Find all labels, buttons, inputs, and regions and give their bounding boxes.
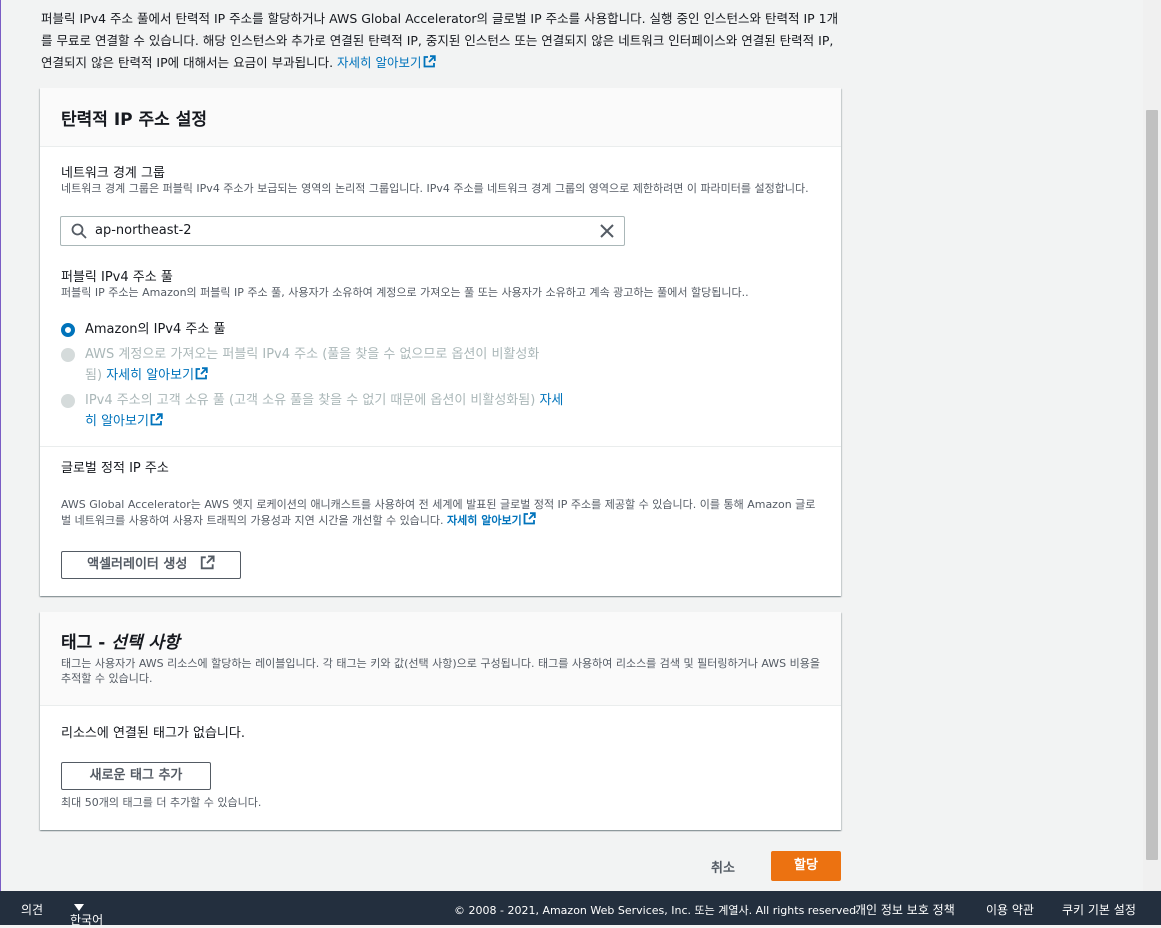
external-link-icon <box>423 55 436 68</box>
customer-owned-learn-more-link[interactable]: 히 알아보기 <box>85 413 163 429</box>
tags-description: 태그는 사용자가 AWS 리소스에 할당하는 레이블입니다. 각 태그는 키와 … <box>61 657 821 685</box>
network-border-group-label: 네트워크 경계 그룹 <box>61 166 165 181</box>
ipv4-pool-label: 퍼블릭 IPv4 주소 풀 <box>61 270 173 285</box>
network-border-group-description: 네트워크 경계 그룹은 퍼블릭 IPv4 주소가 보급되는 영역의 논리적 그룹… <box>61 182 809 195</box>
radio-amazon-pool-label: Amazon의 IPv4 주소 풀 <box>85 322 226 337</box>
window-border <box>0 0 1 891</box>
scrollbar-thumb[interactable] <box>1146 110 1158 860</box>
radio-customer-owned-line2: 히 알아보기 <box>85 411 163 433</box>
terms-link[interactable]: 이용 약관 <box>986 901 1034 918</box>
settings-panel-title: 탄력적 IP 주소 설정 <box>61 110 208 130</box>
tags-panel-header: 태그 - 선택 사항 태그는 사용자가 AWS 리소스에 할당하는 레이블입니다… <box>40 612 841 706</box>
intro-description: 퍼블릭 IPv4 주소 풀에서 탄력적 IP 주소를 할당하거나 AWS Glo… <box>41 8 841 74</box>
tags-panel-title: 태그 - 선택 사항 <box>61 633 180 653</box>
page-content: 퍼블릭 IPv4 주소 풀에서 탄력적 IP 주소를 할당하거나 AWS Glo… <box>0 0 1143 891</box>
external-link-icon <box>523 512 536 525</box>
footer: 의견 한국어 © 2008 - 2021, Amazon Web Service… <box>0 891 1161 927</box>
tags-optional-label: 선택 사항 <box>111 633 180 653</box>
settings-panel-header: 탄력적 IP 주소 설정 <box>40 88 841 147</box>
byoip-learn-more-link[interactable]: 자세히 알아보기 <box>106 367 208 383</box>
external-link-icon <box>195 367 208 380</box>
customer-owned-learn-more-link-part1[interactable]: 자세 <box>539 393 563 408</box>
external-link-icon <box>150 413 163 426</box>
add-tag-button[interactable]: 새로운 태그 추가 <box>61 762 211 790</box>
tags-limit-text: 최대 50개의 태그를 더 추가할 수 있습니다. <box>61 796 262 809</box>
global-accelerator-learn-more-link[interactable]: 자세히 알아보기 <box>447 512 536 527</box>
intro-text: 퍼블릭 IPv4 주소 풀에서 탄력적 IP 주소를 할당하거나 AWS Glo… <box>41 11 839 70</box>
cookie-preferences-link[interactable]: 쿠키 기본 설정 <box>1062 901 1136 918</box>
global-static-ip-description: AWS Global Accelerator는 AWS 엣지 로케이션의 애니캐… <box>61 498 816 527</box>
section-divider <box>40 446 841 447</box>
clear-icon[interactable] <box>599 223 615 239</box>
search-icon <box>71 223 87 239</box>
radio-button-selected[interactable] <box>61 323 75 337</box>
language-selector[interactable]: 한국어 <box>70 901 103 927</box>
radio-button-disabled <box>61 394 75 408</box>
radio-byoip-pool-line2: 됨) 자세히 알아보기 <box>85 365 208 387</box>
radio-customer-owned-line1: IPv4 주소의 고객 소유 풀 (고객 소유 풀을 찾을 수 없기 때문에 옵… <box>85 393 564 408</box>
elastic-ip-settings-panel: 탄력적 IP 주소 설정 네트워크 경계 그룹 네트워크 경계 그룹은 퍼블릭 … <box>40 88 841 596</box>
allocate-button[interactable]: 할당 <box>771 851 841 881</box>
create-accelerator-button[interactable]: 액셀러레이터 생성 <box>61 551 241 579</box>
external-link-icon <box>200 555 215 570</box>
feedback-link[interactable]: 의견 <box>21 901 43 918</box>
radio-button-disabled <box>61 348 75 362</box>
no-tags-message: 리소스에 연결된 태그가 없습니다. <box>61 726 245 741</box>
network-border-group-value: ap-northeast-2 <box>95 223 192 238</box>
privacy-policy-link[interactable]: 개인 정보 보호 정책 <box>855 901 955 918</box>
ipv4-pool-description: 퍼블릭 IP 주소는 Amazon의 퍼블릭 IP 주소 풀, 사용자가 소유하… <box>61 286 749 299</box>
network-border-group-input[interactable]: ap-northeast-2 <box>60 216 625 246</box>
copyright-text: © 2008 - 2021, Amazon Web Services, Inc.… <box>454 904 860 917</box>
cancel-button[interactable]: 취소 <box>711 857 735 876</box>
global-static-ip-label: 글로벌 정적 IP 주소 <box>61 461 169 476</box>
radio-byoip-pool-label: AWS 계정으로 가져오는 퍼블릭 IPv4 주소 (풀을 찾을 수 없으므로 … <box>85 347 540 362</box>
tags-panel: 태그 - 선택 사항 태그는 사용자가 AWS 리소스에 할당하는 레이블입니다… <box>40 612 841 830</box>
intro-learn-more-link[interactable]: 자세히 알아보기 <box>337 55 436 70</box>
